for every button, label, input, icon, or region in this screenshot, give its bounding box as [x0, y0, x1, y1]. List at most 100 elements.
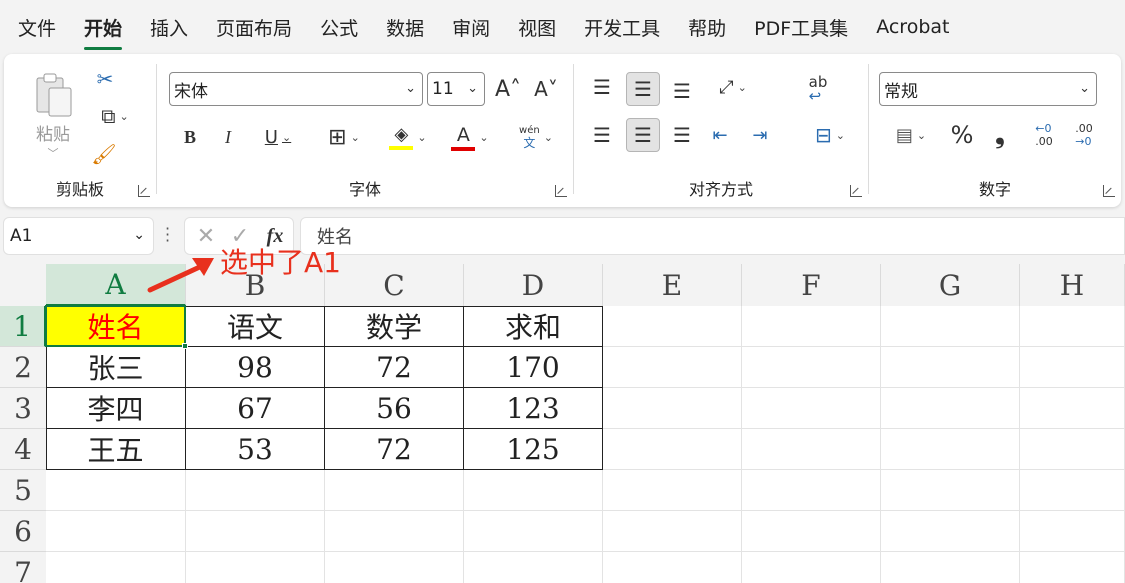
cell-F6[interactable]: [742, 511, 881, 552]
cell-D5[interactable]: [464, 470, 603, 511]
cell-F7[interactable]: [742, 552, 881, 583]
menu-tab[interactable]: 公式: [320, 14, 358, 41]
cell-B3[interactable]: 67: [186, 388, 325, 429]
decrease-font-button[interactable]: A˅: [531, 74, 561, 104]
cell-B7[interactable]: [186, 552, 325, 583]
column-header[interactable]: F: [742, 264, 881, 306]
font-color-button[interactable]: A ⌄: [445, 120, 495, 154]
cut-button[interactable]: ✂: [92, 66, 118, 92]
phonetic-button[interactable]: wén 文 ⌄: [509, 120, 563, 154]
border-button[interactable]: ⊞ ⌄: [317, 122, 371, 152]
cell-G2[interactable]: [881, 347, 1020, 388]
cell-B2[interactable]: 98: [186, 347, 325, 388]
cell-H3[interactable]: [1020, 388, 1125, 429]
bold-button[interactable]: B: [177, 122, 203, 152]
menu-tab[interactable]: 开发工具: [584, 14, 660, 41]
percent-button[interactable]: %: [947, 120, 977, 150]
menu-tab[interactable]: 帮助: [688, 14, 726, 41]
cell-A4[interactable]: 王五: [46, 429, 186, 470]
accounting-format-button[interactable]: ▤ ⌄: [885, 120, 937, 150]
cell-E7[interactable]: [603, 552, 742, 583]
orientation-button[interactable]: ⤢ ⌄: [708, 72, 758, 102]
select-all-corner[interactable]: [0, 264, 46, 306]
cell-D3[interactable]: 123: [464, 388, 603, 429]
cell-C2[interactable]: 72: [325, 347, 464, 388]
comma-style-button[interactable]: ❟: [987, 120, 1013, 150]
italic-button[interactable]: I: [215, 122, 241, 152]
cell-G4[interactable]: [881, 429, 1020, 470]
cancel-icon[interactable]: ✕: [193, 222, 219, 250]
more-options-icon[interactable]: · · ·: [165, 221, 170, 249]
cell-C4[interactable]: 72: [325, 429, 464, 470]
cell-B1[interactable]: 语文: [186, 306, 325, 347]
cell-A6[interactable]: [46, 511, 186, 552]
cell-F5[interactable]: [742, 470, 881, 511]
cell-G5[interactable]: [881, 470, 1020, 511]
cell-G1[interactable]: [881, 306, 1020, 347]
cell-C1[interactable]: 数学: [325, 306, 464, 347]
cell-C5[interactable]: [325, 470, 464, 511]
decrease-indent-button[interactable]: ⇤: [706, 120, 734, 150]
cell-A3[interactable]: 李四: [46, 388, 186, 429]
formula-input[interactable]: 姓名: [300, 217, 1125, 255]
menu-tab[interactable]: PDF工具集: [754, 14, 848, 41]
row-header[interactable]: 2: [0, 347, 46, 388]
font-size-select[interactable]: 11 ⌄: [427, 72, 485, 106]
increase-indent-button[interactable]: ⇥: [746, 120, 774, 150]
cell-E3[interactable]: [603, 388, 742, 429]
menu-tab[interactable]: 开始: [84, 14, 123, 50]
align-left-button[interactable]: ☰: [588, 120, 616, 150]
cell-H5[interactable]: [1020, 470, 1125, 511]
cell-B5[interactable]: [186, 470, 325, 511]
dialog-launcher-icon[interactable]: [138, 185, 150, 197]
menu-tab[interactable]: 数据: [386, 14, 424, 41]
cell-C6[interactable]: [325, 511, 464, 552]
column-header[interactable]: H: [1020, 264, 1125, 306]
cell-H1[interactable]: [1020, 306, 1125, 347]
row-header[interactable]: 6: [0, 511, 46, 552]
cell-E1[interactable]: [603, 306, 742, 347]
cell-G6[interactable]: [881, 511, 1020, 552]
menu-tab[interactable]: 文件: [18, 14, 56, 41]
cell-G3[interactable]: [881, 388, 1020, 429]
cell-A7[interactable]: [46, 552, 186, 583]
cell-H2[interactable]: [1020, 347, 1125, 388]
dialog-launcher-icon[interactable]: [1103, 185, 1115, 197]
increase-font-button[interactable]: A˄: [493, 74, 523, 104]
column-header[interactable]: G: [881, 264, 1020, 306]
cell-D2[interactable]: 170: [464, 347, 603, 388]
cell-E2[interactable]: [603, 347, 742, 388]
cell-D4[interactable]: 125: [464, 429, 603, 470]
cell-D6[interactable]: [464, 511, 603, 552]
menu-tab[interactable]: 插入: [150, 14, 188, 41]
decrease-decimal-button[interactable]: .00 →0: [1067, 118, 1101, 152]
menu-tab[interactable]: 审阅: [452, 14, 490, 41]
cell-E5[interactable]: [603, 470, 742, 511]
align-top-button[interactable]: ☰: [588, 72, 616, 102]
merge-center-button[interactable]: ⊟ ⌄: [802, 120, 858, 150]
cell-H4[interactable]: [1020, 429, 1125, 470]
row-header[interactable]: 5: [0, 470, 46, 511]
cell-D1[interactable]: 求和: [464, 306, 603, 347]
column-header[interactable]: C: [325, 264, 464, 306]
row-header[interactable]: 4: [0, 429, 46, 470]
align-middle-button[interactable]: ☰: [626, 72, 660, 106]
name-box[interactable]: A1 ⌄: [3, 217, 154, 255]
cell-A5[interactable]: [46, 470, 186, 511]
cell-H6[interactable]: [1020, 511, 1125, 552]
underline-button[interactable]: U ⌄: [253, 122, 303, 152]
align-bottom-button[interactable]: ☰: [668, 76, 696, 106]
cell-F2[interactable]: [742, 347, 881, 388]
row-header[interactable]: 1: [0, 306, 46, 347]
cell-A1[interactable]: 姓名: [46, 306, 186, 347]
increase-decimal-button[interactable]: ←0 .00: [1027, 118, 1061, 152]
cell-E6[interactable]: [603, 511, 742, 552]
fill-handle[interactable]: [182, 343, 188, 349]
format-painter-button[interactable]: 🖌: [90, 140, 118, 168]
row-header[interactable]: 3: [0, 388, 46, 429]
cell-H7[interactable]: [1020, 552, 1125, 583]
column-header[interactable]: D: [464, 264, 603, 306]
cell-G7[interactable]: [881, 552, 1020, 583]
copy-button[interactable]: ⧉ ⌄: [90, 102, 140, 130]
menu-tab[interactable]: 页面布局: [216, 14, 292, 41]
